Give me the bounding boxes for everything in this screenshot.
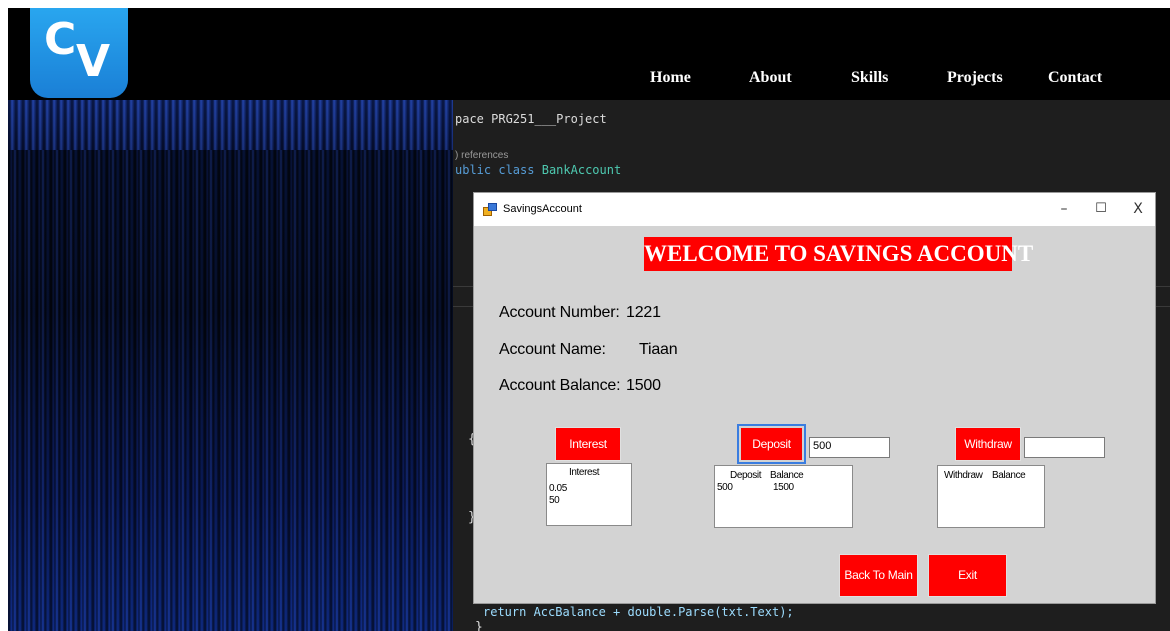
account-balance-value: 1500 (626, 377, 661, 394)
account-number-value: 1221 (626, 304, 661, 321)
account-balance-row: Account Balance: 1500 (499, 377, 661, 395)
main-nav: Home About Skills Projects Contact (8, 69, 1170, 93)
account-name-label: Account Name: (499, 341, 606, 358)
deposit-amount-input[interactable]: 500 (809, 437, 890, 458)
site-header: C V Home About Skills Projects Contact (8, 8, 1170, 100)
savings-account-window: SavingsAccount – ☐ X WELCOME TO SAVINGS … (473, 192, 1156, 604)
account-number-label: Account Number: (499, 304, 620, 321)
window-titlebar[interactable]: SavingsAccount – ☐ X (474, 193, 1155, 226)
account-name-row: Account Name: Tiaan (499, 341, 678, 359)
account-balance-label: Account Balance: (499, 377, 621, 394)
account-name-value: Tiaan (639, 341, 678, 358)
code-brace-close-bottom: } (475, 620, 483, 631)
deposit-list[interactable]: Deposit Balance 500 1500 (714, 465, 853, 528)
code-return-line: return AccBalance + double.Parse(txt.Tex… (483, 605, 794, 619)
back-to-main-button[interactable]: Back To Main (839, 554, 918, 597)
deposit-row-balance: 1500 (773, 482, 794, 493)
welcome-banner: WELCOME TO SAVINGS ACCOUNT (644, 237, 1033, 271)
interest-list-header: Interest (569, 467, 600, 478)
close-button[interactable]: X (1128, 199, 1148, 219)
code-class-name: BankAccount (541, 163, 622, 177)
code-namespace-line: pace PRG251___Project (455, 112, 607, 126)
window-title: SavingsAccount (503, 203, 582, 215)
code-class-line: ublic class BankAccount (455, 163, 621, 177)
interest-button[interactable]: Interest (555, 427, 621, 461)
nav-contact[interactable]: Contact (1048, 69, 1102, 87)
code-keyword: ublic class (455, 163, 535, 177)
withdraw-button[interactable]: Withdraw (955, 427, 1021, 461)
interest-list[interactable]: Interest 0.05 50 (546, 463, 632, 526)
maximize-button[interactable]: ☐ (1091, 199, 1111, 219)
exit-button[interactable]: Exit (928, 554, 1007, 597)
interest-rate-row: 0.05 (549, 483, 567, 494)
nav-projects[interactable]: Projects (947, 69, 1003, 87)
app-icon (483, 203, 497, 216)
nav-skills[interactable]: Skills (851, 69, 888, 87)
decorative-stripes (8, 100, 453, 631)
nav-home[interactable]: Home (650, 69, 691, 87)
decorative-stripes-top (8, 100, 453, 150)
deposit-row-amount: 500 (717, 482, 733, 493)
deposit-list-header-deposit: Deposit (730, 470, 762, 481)
minimize-button[interactable]: – (1054, 199, 1074, 219)
deposit-button[interactable]: Deposit (737, 424, 806, 464)
withdraw-amount-input[interactable] (1024, 437, 1105, 458)
deposit-list-header-balance: Balance (770, 470, 804, 481)
withdraw-list[interactable]: Withdraw Balance (937, 465, 1045, 528)
page: C V Home About Skills Projects Contact p… (8, 8, 1170, 631)
code-references-hint: ) references (455, 150, 509, 161)
withdraw-list-header-balance: Balance (992, 470, 1026, 481)
account-number-row: Account Number: 1221 (499, 304, 661, 322)
nav-about[interactable]: About (749, 69, 792, 87)
withdraw-list-header-withdraw: Withdraw (944, 470, 983, 481)
logo-letter-c: C (44, 14, 77, 65)
interest-amount-row: 50 (549, 495, 560, 506)
